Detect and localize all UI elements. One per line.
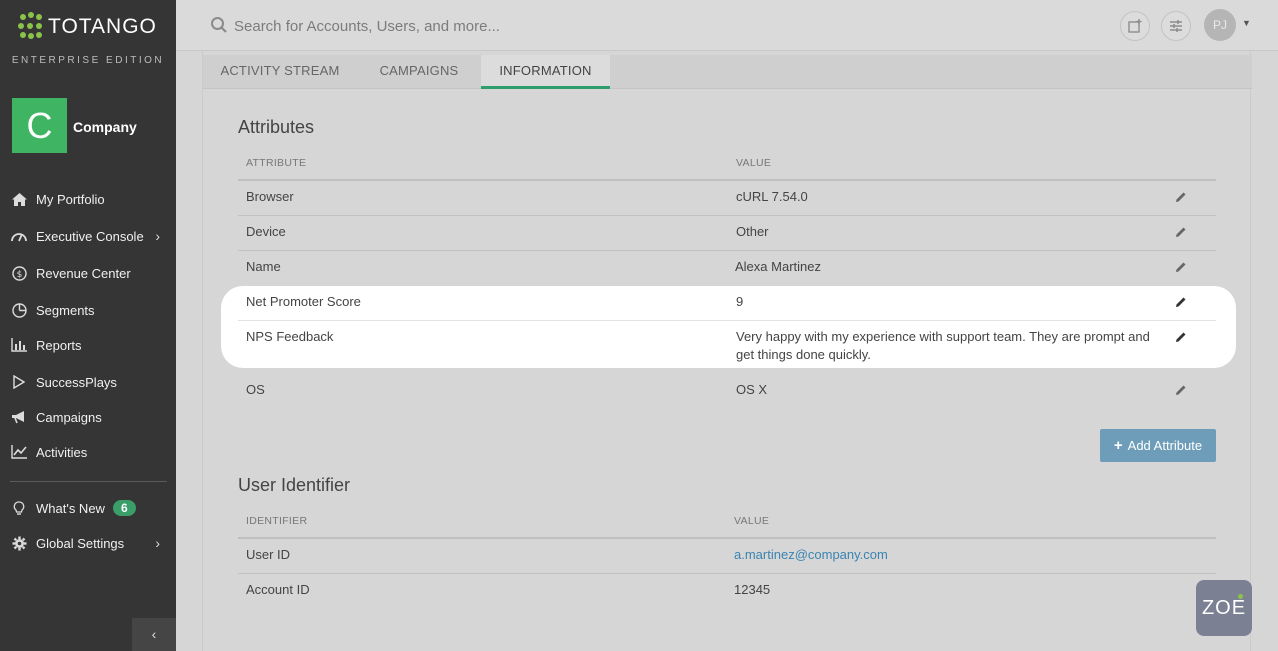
pencil-icon[interactable] bbox=[1175, 191, 1187, 203]
nav-label: Segments bbox=[36, 302, 95, 318]
user-identifier-title: User Identifier bbox=[238, 475, 351, 495]
nav-item-executive-console[interactable]: Executive Console › bbox=[0, 224, 176, 248]
nav-item-reports[interactable]: Reports bbox=[0, 333, 176, 357]
attribute-value: OS X bbox=[736, 382, 768, 397]
header-rule bbox=[238, 537, 1216, 539]
totango-logo[interactable]: TOTANGO bbox=[18, 12, 157, 42]
attribute-name: Name bbox=[246, 259, 281, 274]
header-rule bbox=[238, 179, 1216, 181]
company-name[interactable]: Company bbox=[73, 119, 137, 135]
row-divider bbox=[238, 573, 1216, 574]
nav-label: Activities bbox=[36, 444, 88, 460]
value-column-header: VALUE bbox=[736, 157, 772, 169]
nav-label: Reports bbox=[36, 337, 82, 353]
tab-activity-stream[interactable]: ACTIVITY STREAM bbox=[203, 55, 357, 89]
nav-label: Campaigns bbox=[36, 409, 102, 425]
attribute-name: Device bbox=[246, 224, 286, 239]
row-divider bbox=[238, 215, 1216, 216]
top-bar: PJ ▼ bbox=[176, 0, 1278, 51]
nav-label: Global Settings bbox=[36, 535, 125, 551]
chevron-right-icon: › bbox=[155, 535, 160, 551]
value-column-header: VALUE bbox=[734, 515, 770, 527]
attribute-column-header: ATTRIBUTE bbox=[246, 157, 307, 169]
nav-item-successplays[interactable]: SuccessPlays bbox=[0, 370, 176, 394]
pencil-icon[interactable] bbox=[1175, 296, 1187, 308]
attribute-value-line: Very happy with my experience with suppo… bbox=[736, 329, 1150, 344]
zoe-status-dot bbox=[1238, 594, 1243, 599]
attribute-value: Other bbox=[736, 224, 769, 239]
nav-label: SuccessPlays bbox=[36, 374, 117, 390]
tab-campaigns[interactable]: CAMPAIGNS bbox=[357, 55, 481, 89]
tab-bar: ACTIVITY STREAM CAMPAIGNS INFORMATION bbox=[203, 55, 1252, 89]
new-note-icon[interactable] bbox=[1120, 11, 1150, 41]
brand-name: TOTANGO bbox=[48, 15, 157, 38]
collapse-sidebar-button[interactable]: ‹ bbox=[132, 618, 176, 651]
nav-label: What's New bbox=[36, 500, 105, 516]
nav-item-revenue-center[interactable]: $ Revenue Center bbox=[0, 261, 176, 285]
attribute-name: NPS Feedback bbox=[246, 329, 334, 344]
tab-information[interactable]: INFORMATION bbox=[481, 55, 610, 89]
add-attribute-button[interactable]: + Add Attribute bbox=[1100, 429, 1216, 462]
brand-edition: ENTERPRISE EDITION bbox=[11, 55, 165, 66]
pencil-icon[interactable] bbox=[1175, 331, 1187, 343]
identifier-name: Account ID bbox=[246, 582, 310, 597]
attribute-name: Net Promoter Score bbox=[246, 294, 361, 309]
nav-item-my-portfolio[interactable]: My Portfolio bbox=[0, 187, 176, 211]
caret-down-icon[interactable]: ▼ bbox=[1242, 18, 1251, 28]
attribute-name: Browser bbox=[246, 189, 294, 204]
filters-icon[interactable] bbox=[1161, 11, 1191, 41]
chevron-left-icon: ‹ bbox=[151, 626, 157, 642]
zoe-assistant-button[interactable]: ZOE bbox=[1196, 580, 1252, 636]
lightbulb-icon bbox=[10, 500, 28, 516]
attribute-name: OS bbox=[246, 382, 265, 397]
home-icon bbox=[10, 191, 28, 207]
user-avatar[interactable]: PJ bbox=[1204, 9, 1236, 41]
gear-icon bbox=[10, 535, 28, 551]
megaphone-icon bbox=[10, 409, 28, 425]
row-divider bbox=[238, 320, 1216, 321]
attribute-value-line: get things done quickly. bbox=[736, 347, 871, 362]
pencil-icon[interactable] bbox=[1175, 261, 1187, 273]
nav-label: Executive Console bbox=[36, 228, 144, 244]
svg-text:$: $ bbox=[16, 270, 22, 280]
pie-icon bbox=[10, 302, 28, 318]
nav-item-segments[interactable]: Segments bbox=[0, 298, 176, 322]
nav-item-activities[interactable]: Activities bbox=[0, 440, 176, 464]
identifier-name: User ID bbox=[246, 547, 291, 562]
line-chart-icon bbox=[10, 444, 28, 460]
attribute-value: cURL 7.54.0 bbox=[736, 189, 808, 204]
attribute-value: Alexa Martinez bbox=[735, 259, 821, 274]
nps-highlight bbox=[221, 286, 1236, 368]
sidebar: TOTANGO ENTERPRISE EDITION C Company My … bbox=[0, 0, 176, 651]
search-icon bbox=[211, 17, 227, 33]
nav-label: Revenue Center bbox=[36, 265, 131, 281]
nav-item-campaigns[interactable]: Campaigns bbox=[0, 405, 176, 429]
nav-label: My Portfolio bbox=[36, 191, 105, 207]
identifier-column-header: IDENTIFIER bbox=[246, 515, 308, 527]
bar-chart-icon bbox=[10, 337, 28, 353]
attribute-value: 9 bbox=[736, 294, 744, 309]
search-input[interactable] bbox=[234, 13, 834, 39]
nav-item-whats-new[interactable]: What's New 6 bbox=[0, 496, 176, 520]
zoe-label: ZOE bbox=[1201, 596, 1247, 619]
pencil-icon[interactable] bbox=[1175, 384, 1187, 396]
identifier-value: 12345 bbox=[734, 582, 771, 597]
company-avatar[interactable]: C bbox=[12, 98, 67, 153]
plus-icon: + bbox=[1113, 437, 1123, 454]
nav-divider bbox=[10, 481, 167, 482]
row-divider bbox=[238, 250, 1216, 251]
whats-new-badge: 6 bbox=[112, 500, 136, 516]
gauge-icon bbox=[10, 228, 28, 244]
play-icon bbox=[10, 374, 28, 390]
pencil-icon[interactable] bbox=[1175, 226, 1187, 238]
user-id-link[interactable]: a.martinez@company.com bbox=[734, 546, 888, 564]
nav-item-global-settings[interactable]: Global Settings › bbox=[0, 531, 176, 555]
add-attribute-label: Add Attribute bbox=[1127, 438, 1203, 453]
dollar-icon: $ bbox=[10, 265, 28, 281]
attributes-title: Attributes bbox=[238, 117, 315, 137]
chevron-right-icon: › bbox=[155, 228, 160, 244]
logo-dots-icon bbox=[18, 12, 44, 42]
